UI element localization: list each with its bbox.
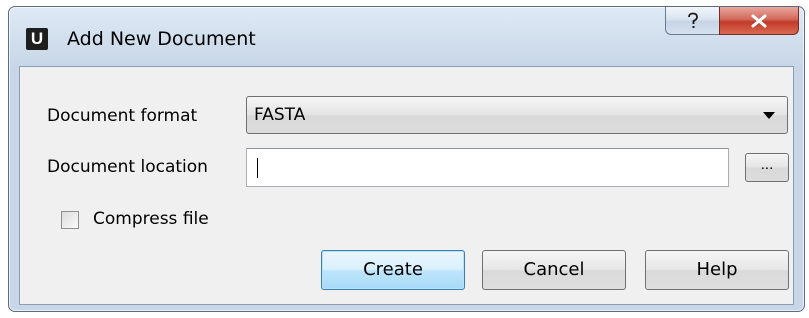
document-location-input[interactable]	[246, 148, 729, 187]
document-location-label: Document location	[47, 157, 208, 177]
text-caret	[257, 158, 258, 178]
dialog-content: Document format FASTA Document location …	[19, 66, 794, 305]
cancel-button[interactable]: Cancel	[482, 250, 626, 290]
close-icon	[751, 14, 767, 27]
help-button[interactable]: Help	[645, 250, 789, 290]
document-format-label: Document format	[47, 106, 198, 126]
question-mark-icon	[687, 12, 698, 28]
document-format-select[interactable]: FASTA	[246, 96, 788, 134]
chevron-down-icon	[763, 112, 775, 119]
compress-file-label: Compress file	[93, 209, 209, 229]
dialog-title: Add New Document	[67, 28, 256, 50]
compress-file-checkbox[interactable]	[61, 211, 79, 229]
create-button[interactable]: Create	[321, 250, 465, 290]
titlebar-close-button[interactable]	[719, 7, 799, 35]
app-logo-icon: U	[26, 28, 48, 50]
titlebar-help-button[interactable]	[665, 7, 720, 35]
add-new-document-dialog: U Add New Document Document format FASTA…	[8, 6, 805, 312]
title-bar[interactable]: U Add New Document	[9, 7, 804, 67]
browse-location-button[interactable]: ...	[745, 153, 789, 182]
document-format-value: FASTA	[254, 105, 306, 125]
